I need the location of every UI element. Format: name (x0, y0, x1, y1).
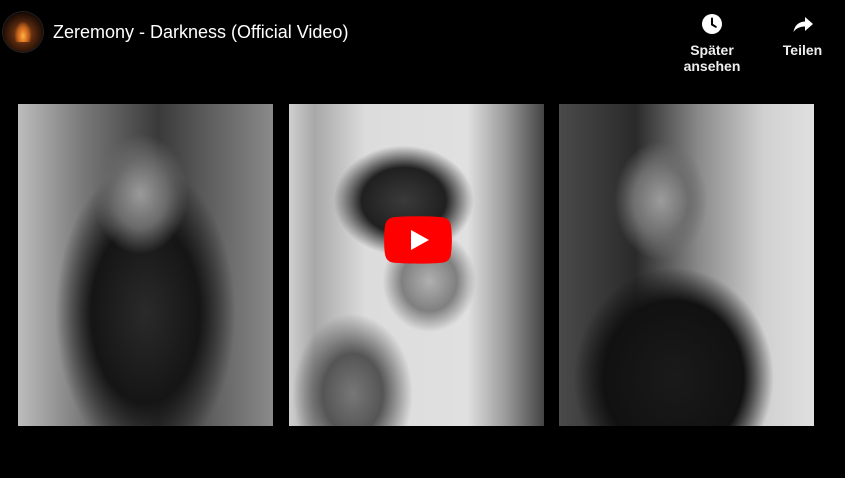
watch-later-label: Später ansehen (683, 42, 741, 74)
video-title[interactable]: Zeremony - Darkness (Official Video) (53, 22, 348, 43)
clock-icon (702, 14, 722, 34)
share-arrow-icon (793, 17, 813, 32)
watch-later-button[interactable]: Später ansehen (662, 12, 762, 74)
thumbnail-panel-right (559, 104, 814, 426)
share-button[interactable]: Teilen (780, 12, 825, 58)
top-bar: Zeremony - Darkness (Official Video) Spä… (0, 0, 845, 74)
channel-avatar[interactable] (3, 12, 43, 52)
thumbnail-panel-center (289, 104, 544, 426)
thumbnail-panel-left (18, 104, 273, 426)
play-button[interactable] (384, 216, 452, 264)
flame-icon (15, 22, 31, 42)
share-label: Teilen (782, 42, 823, 58)
video-player[interactable]: Zeremony - Darkness (Official Video) Spä… (0, 0, 845, 478)
